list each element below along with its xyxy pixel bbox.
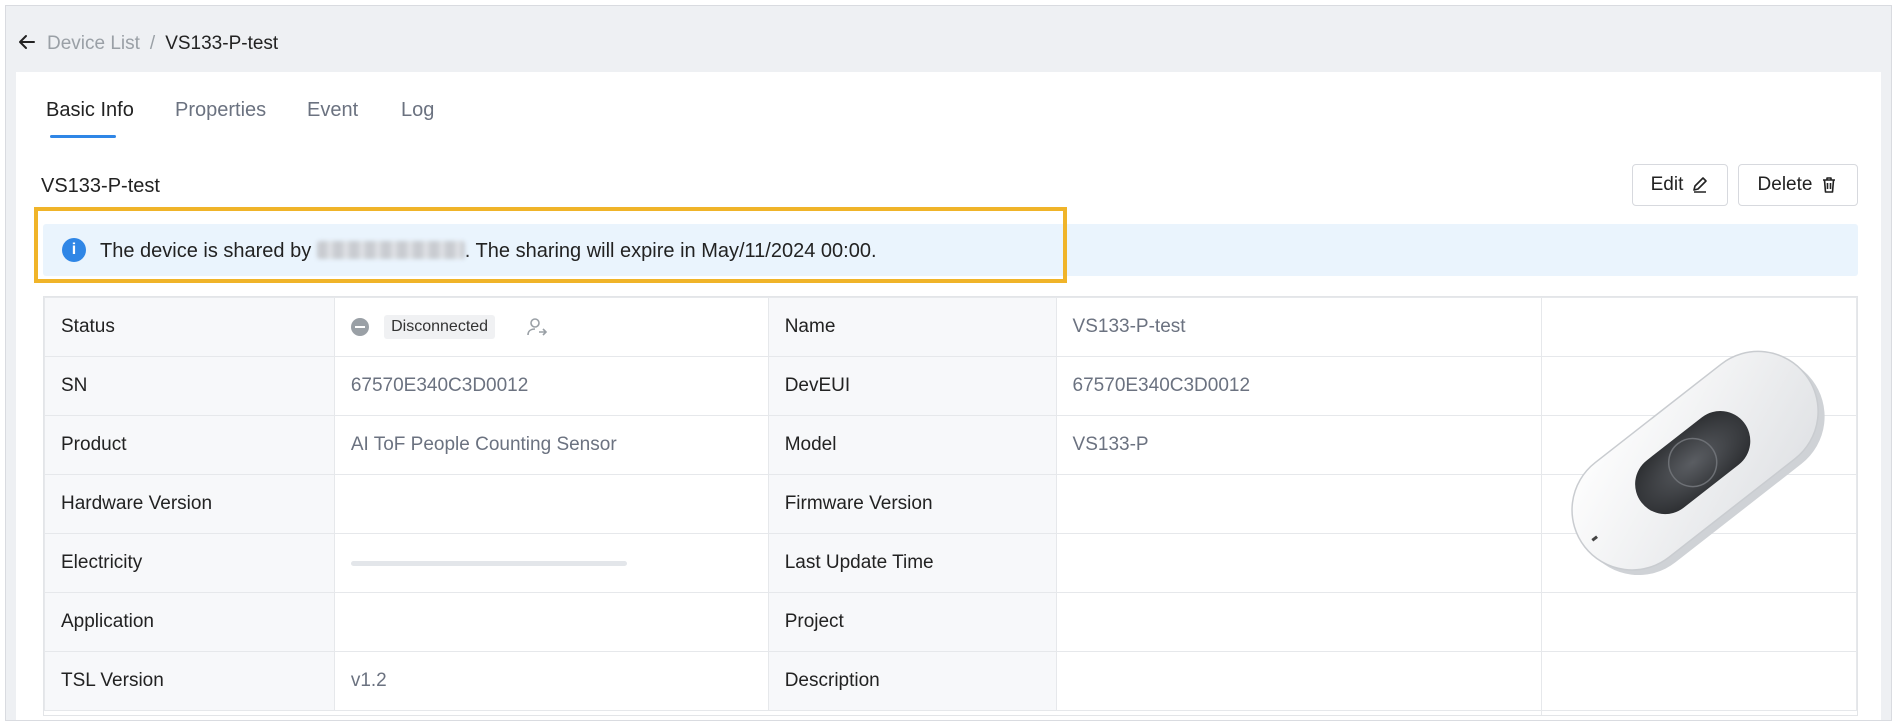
info-icon: i [62, 238, 86, 262]
application-value [333, 592, 769, 652]
status-label: Status [44, 297, 335, 357]
product-value: AI ToF People Counting Sensor [333, 415, 769, 475]
firmware-version-label: Firmware Version [767, 474, 1057, 534]
breadcrumb: Device List / VS133-P-test [47, 33, 278, 55]
model-label: Model [767, 415, 1057, 475]
deveui-label: DevEUI [767, 356, 1057, 416]
tab-log[interactable]: Log [401, 98, 434, 122]
minus-circle-icon [350, 318, 369, 336]
tab-event[interactable]: Event [307, 98, 358, 122]
device-image [1571, 350, 1825, 576]
tab-bar: Basic Info Properties Event Log [16, 72, 1881, 142]
electricity-label: Electricity [44, 533, 335, 593]
tab-basic-info[interactable]: Basic Info [46, 98, 134, 122]
project-label: Project [767, 592, 1057, 652]
application-label: Application [44, 592, 335, 652]
device-title: VS133-P-test [41, 175, 160, 197]
sn-value: 67570E340C3D0012 [333, 356, 769, 416]
sn-label: SN [44, 356, 335, 416]
arrow-left-icon[interactable] [18, 33, 36, 51]
edit-button[interactable]: Edit [1632, 164, 1728, 206]
product-label: Product [44, 415, 335, 475]
electricity-cell [333, 533, 769, 593]
delete-button-label: Delete [1757, 174, 1813, 195]
device-info-table: Status Disconnected Name VS133-P-test SN… [43, 296, 1858, 716]
share-info-prefix: The device is shared by [100, 240, 312, 262]
hardware-version-label: Hardware Version [44, 474, 335, 534]
share-info-suffix: . The sharing will expire in May/11/2024… [464, 240, 877, 262]
device-detail-card: Basic Info Properties Event Log VS133-P-… [16, 72, 1881, 720]
tab-properties[interactable]: Properties [175, 98, 266, 122]
breadcrumb-current: VS133-P-test [165, 33, 279, 54]
user-transfer-icon[interactable] [526, 317, 548, 337]
status-badge: Disconnected [384, 315, 496, 339]
share-info-text: The device is shared by . The sharing wi… [100, 239, 877, 263]
device-image-cell [1541, 297, 1858, 715]
name-label: Name [767, 297, 1057, 357]
delete-button[interactable]: Delete [1738, 164, 1858, 206]
breadcrumb-separator: / [149, 33, 156, 54]
breadcrumb-device-list[interactable]: Device List [47, 33, 140, 55]
hardware-version-value [333, 474, 769, 534]
edit-button-label: Edit [1650, 174, 1684, 195]
description-label: Description [767, 651, 1057, 711]
pencil-icon [1693, 177, 1708, 193]
last-update-label: Last Update Time [767, 533, 1057, 593]
tsl-version-value: v1.2 [333, 651, 769, 711]
tsl-version-label: TSL Version [44, 651, 335, 711]
app-frame: Device List / VS133-P-test Basic Info Pr… [5, 5, 1892, 721]
electricity-bar [350, 560, 627, 566]
active-tab-indicator [50, 135, 116, 138]
status-cell: Disconnected [333, 297, 769, 357]
top-bar: Device List / VS133-P-test [6, 6, 1891, 72]
trash-icon [1823, 177, 1836, 193]
blurred-email [316, 241, 465, 259]
